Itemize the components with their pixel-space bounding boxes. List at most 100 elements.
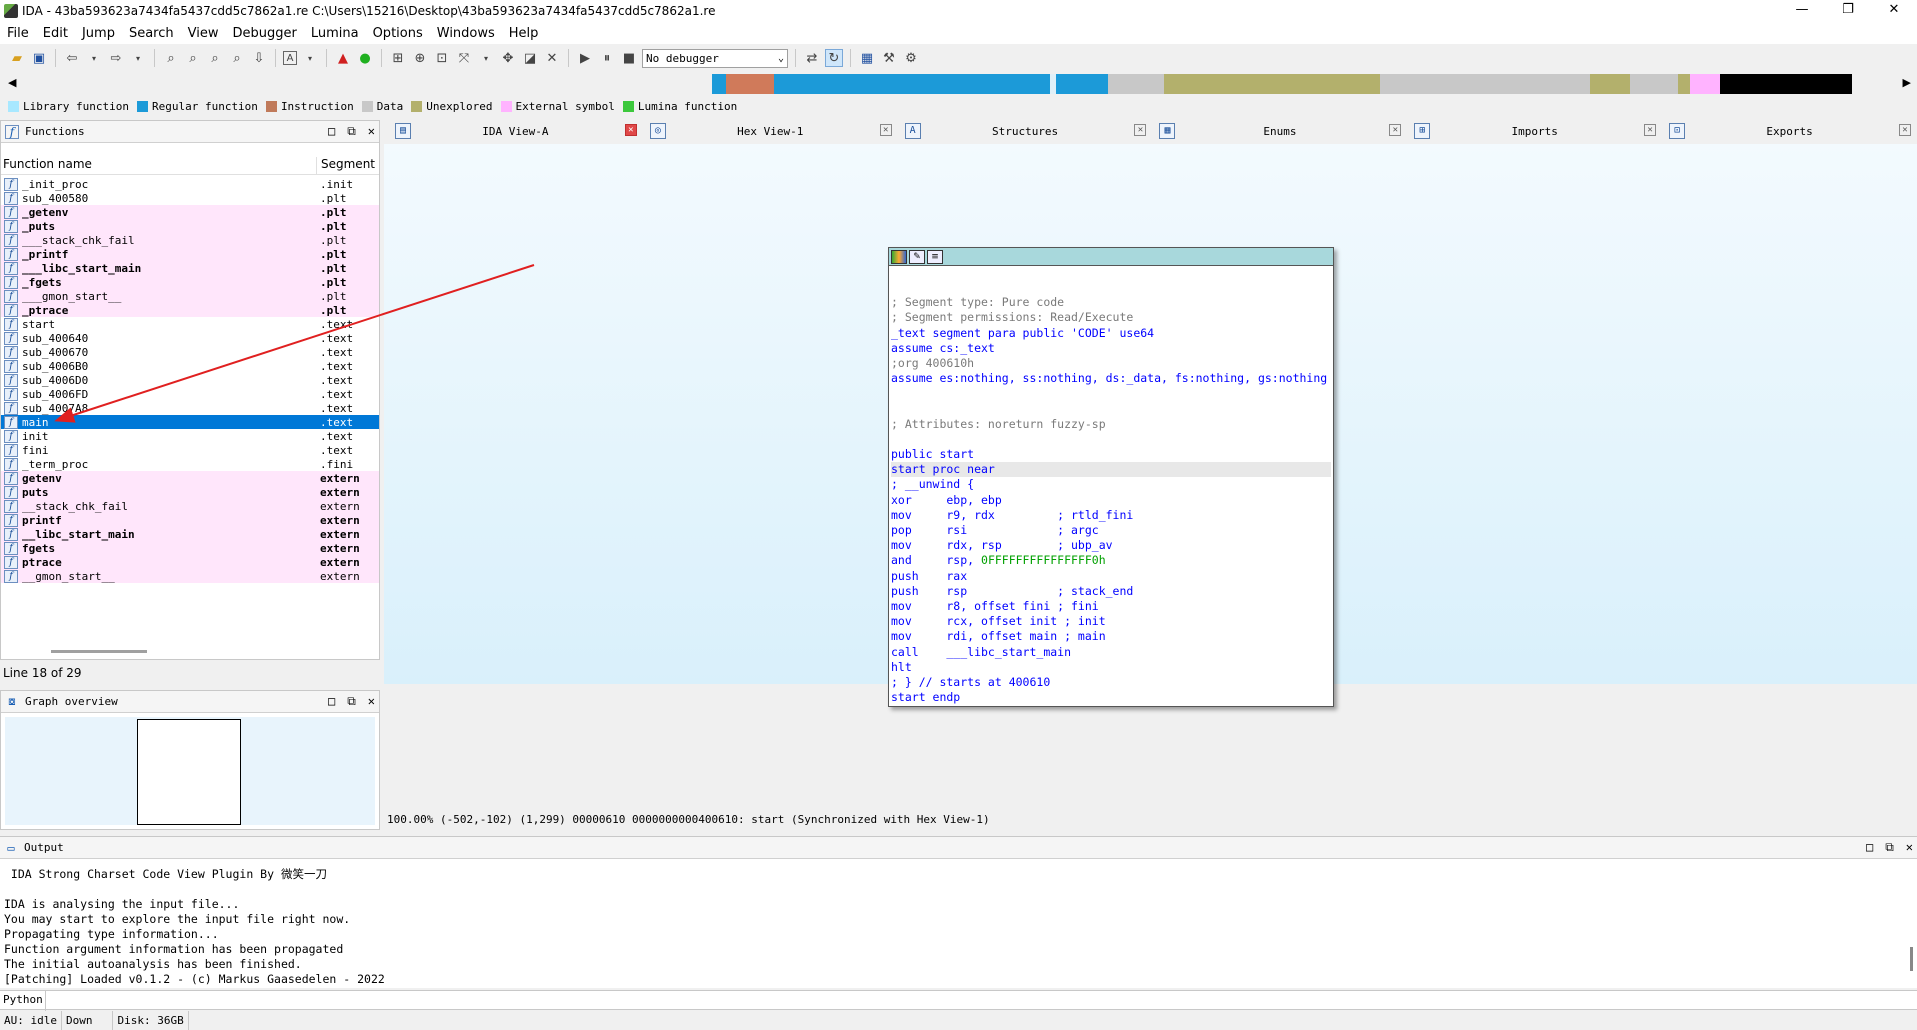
forward-dropdown-icon[interactable]: ▾ <box>129 49 147 67</box>
back-dropdown-icon[interactable]: ▾ <box>85 49 103 67</box>
disassembly-line[interactable]: assume es:nothing, ss:nothing, ds:_data,… <box>891 371 1331 386</box>
maximize-panel-button[interactable]: □ <box>328 694 335 709</box>
function-row[interactable]: f sub_4006B0 .text <box>1 359 379 373</box>
menu-file[interactable]: File <box>0 26 36 41</box>
graph-overview-viewport[interactable] <box>137 719 241 825</box>
close-panel-button[interactable]: ✕ <box>368 124 375 139</box>
function-row[interactable]: f printf extern <box>1 513 379 527</box>
menu-view[interactable]: View <box>181 26 226 41</box>
nav-segment[interactable] <box>726 74 774 94</box>
disassembly-line[interactable]: hlt <box>891 660 1331 675</box>
function-row[interactable]: f ptrace extern <box>1 555 379 569</box>
search-binary-icon[interactable]: ⌕ <box>162 49 180 67</box>
disassembly-line[interactable]: pop rsi ; argc <box>891 523 1331 538</box>
tab-close-icon[interactable]: ✕ <box>1644 124 1657 136</box>
navigation-band[interactable]: ◀ ▶ <box>0 72 1917 96</box>
node-rename-icon[interactable]: ✎ <box>909 249 925 264</box>
menu-windows[interactable]: Windows <box>430 26 502 41</box>
minimize-button[interactable]: — <box>1779 0 1825 22</box>
navigation-bar[interactable] <box>712 74 1896 94</box>
tab-close-icon[interactable]: ✕ <box>1134 124 1147 136</box>
function-row[interactable]: f __stack_chk_fail extern <box>1 499 379 513</box>
disassembly-line[interactable] <box>891 386 1331 401</box>
search-text-icon[interactable]: ⌕ <box>184 49 202 67</box>
debugger-select[interactable]: No debugger ⌄ <box>642 48 788 68</box>
close-panel-button[interactable]: ✕ <box>368 694 375 709</box>
nav-segment[interactable] <box>1380 74 1590 94</box>
float-panel-button[interactable]: ⧉ <box>347 694 356 709</box>
disassembly-line[interactable]: ; Segment permissions: Read/Execute <box>891 310 1331 325</box>
python-label[interactable]: Python <box>3 993 43 1006</box>
function-row[interactable]: f _puts .plt <box>1 219 379 233</box>
menu-help[interactable]: Help <box>502 26 546 41</box>
graph-chart-icon[interactable]: ◪ <box>521 49 539 67</box>
disassembly-line[interactable]: and rsp, 0FFFFFFFFFFFFFFF0h <box>891 553 1331 568</box>
search-next-icon[interactable]: ⌕ <box>228 49 246 67</box>
text-icon[interactable]: A <box>283 51 297 65</box>
graph-overview-canvas[interactable] <box>5 717 375 825</box>
play-icon[interactable]: ▶ <box>576 49 594 67</box>
function-row[interactable]: f ___stack_chk_fail .plt <box>1 233 379 247</box>
breakpoint-icon[interactable]: ▲ <box>334 49 352 67</box>
menu-lumina[interactable]: Lumina <box>304 26 366 41</box>
function-row[interactable]: f ___libc_start_main .plt <box>1 261 379 275</box>
text-dropdown-icon[interactable]: ▾ <box>301 49 319 67</box>
nav-segment[interactable] <box>1630 74 1678 94</box>
nav-segment[interactable] <box>774 74 802 94</box>
disassembly-line[interactable]: push rax <box>891 569 1331 584</box>
function-row[interactable]: f sub_4006FD .text <box>1 387 379 401</box>
menu-jump[interactable]: Jump <box>75 26 122 41</box>
function-row[interactable]: f __gmon_start__ extern <box>1 569 379 583</box>
menu-options[interactable]: Options <box>366 26 430 41</box>
function-row[interactable]: f fini .text <box>1 443 379 457</box>
nav-segment[interactable] <box>1122 74 1164 94</box>
menu-edit[interactable]: Edit <box>36 26 75 41</box>
menu-debugger[interactable]: Debugger <box>225 26 303 41</box>
maximize-panel-button[interactable]: □ <box>1866 840 1873 855</box>
nav-segment[interactable] <box>1690 74 1720 94</box>
disassembly-line[interactable]: start endp <box>891 690 1331 705</box>
nav-left-arrow-icon[interactable]: ◀ <box>8 76 16 89</box>
stop-icon[interactable]: ■ <box>620 49 638 67</box>
disassembly-line[interactable] <box>891 432 1331 447</box>
nav-segment[interactable] <box>1590 74 1630 94</box>
graph-node-start[interactable]: ✎ ≡ ; Segment type: Pure code; Segment p… <box>888 247 1334 707</box>
function-row[interactable]: f sub_400640 .text <box>1 331 379 345</box>
save-icon[interactable]: ▣ <box>30 49 48 67</box>
tab-imports[interactable]: ⊞ Imports ✕ <box>1407 120 1662 142</box>
function-row[interactable]: f __libc_start_main extern <box>1 527 379 541</box>
nav-segment[interactable] <box>802 74 830 94</box>
graph-node-icon[interactable]: ⊡ <box>433 49 451 67</box>
disassembly-line[interactable]: call ___libc_start_main <box>891 645 1331 660</box>
disassembly-line[interactable]: ; } // starts at 400610 <box>891 675 1331 690</box>
graph-layout-dropdown-icon[interactable]: ▾ <box>477 49 495 67</box>
function-row[interactable]: f _ptrace .plt <box>1 303 379 317</box>
forward-icon[interactable]: ⇨ <box>107 49 125 67</box>
nav-right-arrow-icon[interactable]: ▶ <box>1903 76 1911 89</box>
nav-segment[interactable] <box>712 74 726 94</box>
graph-add-icon[interactable]: ⊕ <box>411 49 429 67</box>
close-window-button[interactable]: ✕ <box>1871 0 1917 22</box>
debug-step-icon[interactable]: ↻ <box>825 49 843 67</box>
tab-hex-view-1[interactable]: ◎ Hex View-1 ✕ <box>643 120 898 142</box>
jump-down-icon[interactable]: ⇩ <box>250 49 268 67</box>
nav-segment[interactable] <box>1164 74 1380 94</box>
disassembly-line[interactable]: mov r8, offset fini ; fini <box>891 599 1331 614</box>
cross-icon[interactable]: ✕ <box>543 49 561 67</box>
disassembly-line[interactable]: ; __unwind { <box>891 477 1331 492</box>
tab-close-icon[interactable]: ✕ <box>1898 124 1911 136</box>
python-command-bar[interactable]: Python <box>0 990 1917 1011</box>
disassembly-line[interactable]: assume cs:_text <box>891 341 1331 356</box>
disassembly-line[interactable]: ; Segment type: Pure code <box>891 295 1331 310</box>
pause-icon[interactable]: ⏸ <box>598 49 616 67</box>
disassembly-line[interactable]: start proc near <box>891 462 1331 478</box>
tab-exports[interactable]: ⊡ Exports ✕ <box>1662 120 1917 142</box>
column-segment[interactable]: Segment <box>317 157 375 174</box>
function-row[interactable]: f _printf .plt <box>1 247 379 261</box>
disassembly-line[interactable]: xor ebp, ebp <box>891 493 1331 508</box>
nav-segment[interactable] <box>1108 74 1122 94</box>
horizontal-scrollbar[interactable] <box>51 650 147 653</box>
output-scrollbar[interactable] <box>1910 947 1913 971</box>
tab-structures[interactable]: A Structures ✕ <box>898 120 1153 142</box>
float-panel-button[interactable]: ⧉ <box>1885 840 1894 855</box>
